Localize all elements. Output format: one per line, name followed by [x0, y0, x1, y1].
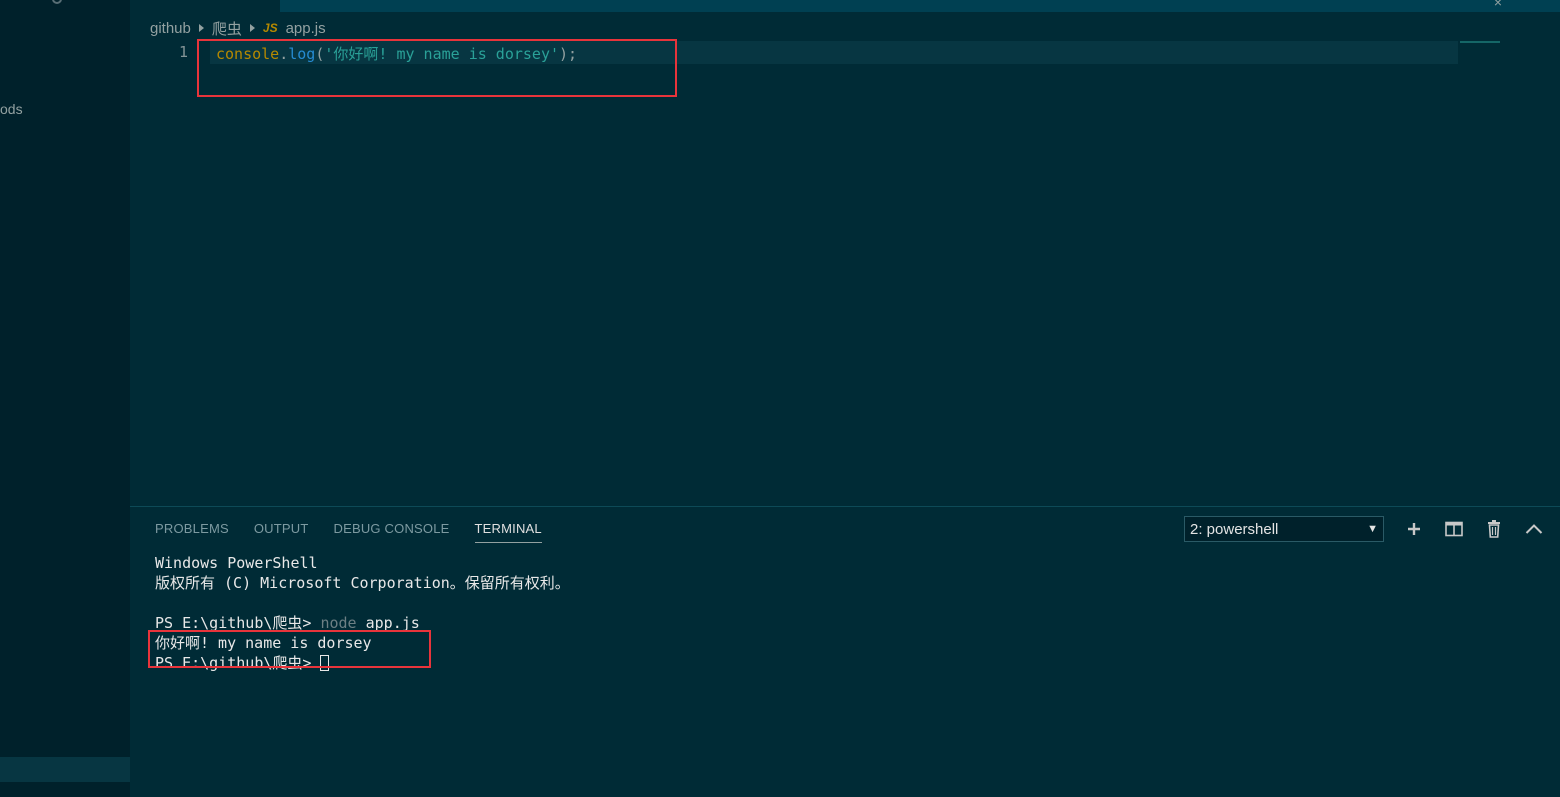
tab-problems[interactable]: PROBLEMS [155, 521, 229, 543]
javascript-file-icon: JS [262, 21, 278, 35]
tab-app-js[interactable] [130, 0, 280, 12]
explorer-sidebar: ods [0, 0, 130, 797]
line-number: 1 [178, 43, 188, 61]
code-editor[interactable]: 1 console.log('你好啊! my name is dorsey'); [130, 40, 1560, 506]
split-icon[interactable] [1442, 517, 1466, 541]
tab-debug-console[interactable]: DEBUG CONSOLE [334, 521, 450, 543]
breadcrumb-item-folder[interactable]: 爬虫 [212, 18, 242, 39]
panel-actions [1402, 517, 1546, 541]
sidebar-item-label[interactable]: ods [0, 101, 23, 117]
dropdown-arrow-icon: ▼ [1367, 523, 1378, 535]
close-icon[interactable]: × [1494, 0, 1502, 10]
status-dot-icon [52, 0, 62, 4]
breadcrumb: github 爬虫 JS app.js [150, 17, 326, 39]
chevron-up-icon[interactable] [1522, 517, 1546, 541]
sidebar-status-strip [0, 757, 130, 782]
chevron-right-icon [249, 24, 255, 32]
output-highlight-box [148, 630, 431, 668]
terminal-line: Windows PowerShell [155, 554, 318, 572]
terminal-line: 版权所有 (C) Microsoft Corporation。保留所有权利。 [155, 574, 570, 592]
breadcrumb-item-file[interactable]: app.js [286, 20, 326, 37]
editor-tab-strip: × [130, 0, 1560, 12]
tab-terminal[interactable]: TERMINAL [474, 521, 542, 543]
trash-icon[interactable] [1482, 517, 1506, 541]
code-highlight-box [197, 39, 677, 97]
plus-icon[interactable] [1402, 517, 1426, 541]
chevron-right-icon [198, 24, 204, 32]
minimap[interactable] [1460, 41, 1500, 43]
terminal-select-value: 2: powershell [1190, 520, 1279, 538]
terminal-select[interactable]: 2: powershell ▼ [1184, 516, 1384, 542]
breadcrumb-item-github[interactable]: github [150, 20, 191, 37]
panel-tabs: PROBLEMS OUTPUT DEBUG CONSOLE TERMINAL [155, 521, 542, 543]
tab-output[interactable]: OUTPUT [254, 521, 309, 543]
